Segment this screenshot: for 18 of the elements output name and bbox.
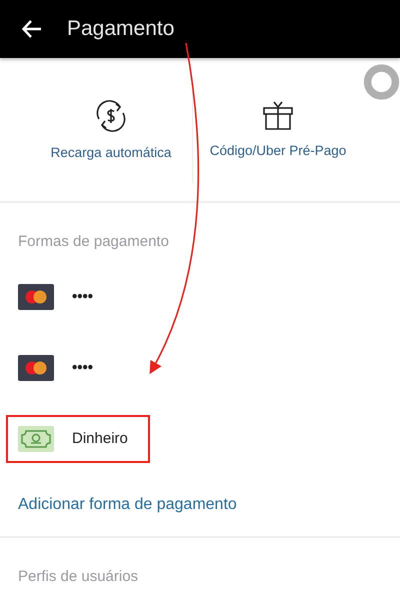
section-heading: Perfis de usuários (17, 567, 140, 587)
page-title: Pagamento (67, 17, 174, 41)
cash-icon (18, 426, 54, 452)
card-number-mask: •••• (72, 359, 94, 376)
shortcut-link[interactable]: Código/Uber Pré-Pago (210, 143, 346, 158)
back-arrow-icon[interactable] (21, 18, 43, 40)
payment-method-item[interactable]: •••• (18, 274, 94, 318)
payment-method-item[interactable]: •••• (18, 346, 94, 390)
payment-method-label: Dinheiro (72, 430, 128, 447)
section-heading: Formas de pagamento (17, 232, 170, 252)
card-number-mask: •••• (72, 288, 94, 305)
credit-card-icon (18, 354, 54, 380)
gift-icon (261, 101, 295, 131)
add-payment-link[interactable]: Adicionar forma de pagamento (0, 474, 400, 538)
highlight-box[interactable]: Dinheiro (8, 416, 148, 460)
credit-card-icon (18, 284, 54, 310)
shortcut-link[interactable]: Recarga automática (50, 145, 172, 160)
dollar-refresh-icon (94, 99, 128, 133)
